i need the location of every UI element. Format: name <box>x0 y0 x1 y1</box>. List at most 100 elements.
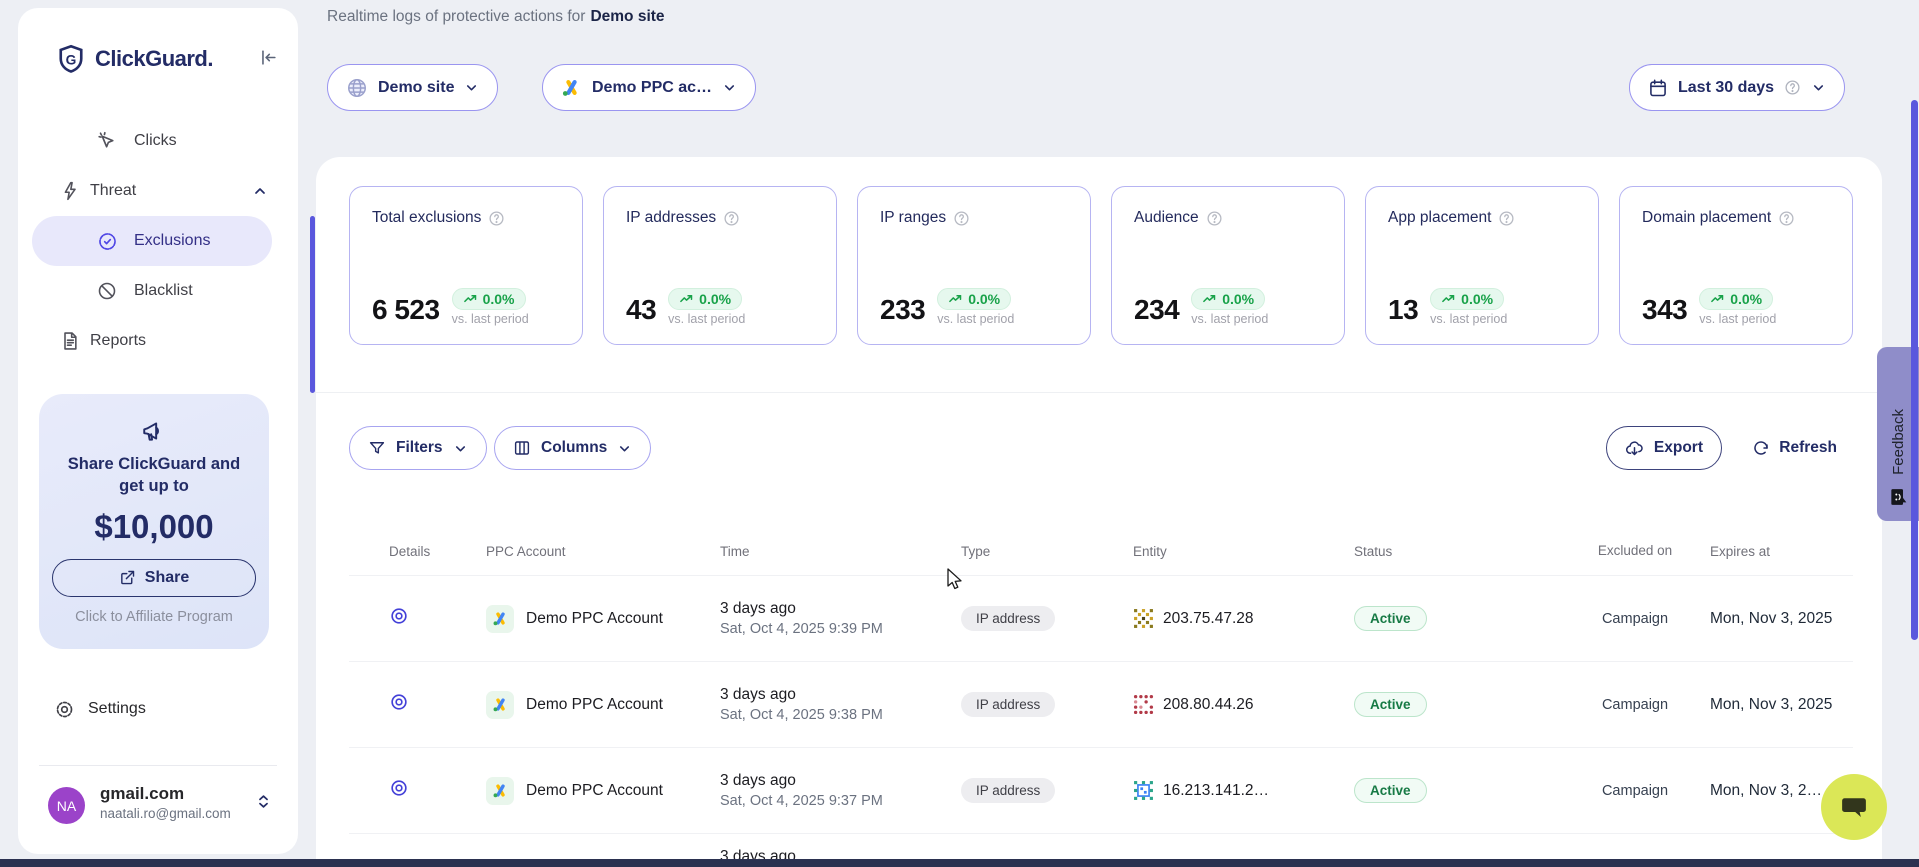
table-header-row: Details PPC Account Time Type Entity Sta… <box>349 527 1853 576</box>
ppc-account-selector[interactable]: Demo PPC ac… <box>542 64 756 111</box>
stat-note: vs. last period <box>1699 312 1776 326</box>
stat-value: 6 523 <box>372 296 440 326</box>
entity-value: 203.75.47.28 <box>1163 610 1254 628</box>
account-name: Demo PPC Account <box>526 610 663 628</box>
settings-label: Settings <box>88 700 146 718</box>
gear-icon <box>54 699 75 720</box>
sidebar-item-blacklist[interactable]: Blacklist <box>18 266 298 316</box>
date-range-selector[interactable]: Last 30 days <box>1629 64 1845 111</box>
view-details-button[interactable] <box>389 692 409 712</box>
column-header-details: Details <box>349 544 486 559</box>
promo-amount: $10,000 <box>94 508 213 546</box>
svg-text:G: G <box>66 52 77 67</box>
stat-card-app-placement: App placement 13 0.0% vs. last period <box>1365 186 1599 345</box>
document-icon <box>60 331 80 351</box>
excluded-on-value: Campaign <box>1560 783 1710 799</box>
stats-row: Total exclusions 6 523 0.0% vs. last per… <box>349 186 1853 345</box>
columns-icon <box>513 439 531 457</box>
export-button[interactable]: Export <box>1606 426 1722 470</box>
chevron-down-icon <box>1811 80 1826 95</box>
time-relative: 3 days ago <box>720 600 961 618</box>
view-details-icon <box>389 692 409 712</box>
column-header-time: Time <box>720 544 961 559</box>
sidebar-nav: Clicks Threat Exclusions Blacklist <box>18 116 298 366</box>
trend-up-icon <box>1202 292 1217 307</box>
filters-button[interactable]: Filters <box>349 426 487 470</box>
site-selector[interactable]: Demo site <box>327 64 498 111</box>
stat-note: vs. last period <box>1191 312 1268 326</box>
help-circle-icon[interactable] <box>953 210 970 227</box>
user-account-menu[interactable]: NA gmail.com naatali.ro@gmail.com <box>18 783 298 843</box>
view-details-icon <box>389 606 409 626</box>
stat-value: 343 <box>1642 296 1687 326</box>
entity-identicon <box>1133 780 1154 801</box>
sidebar-item-clicks[interactable]: Clicks <box>18 116 298 166</box>
help-circle-icon[interactable] <box>1778 210 1795 227</box>
column-header-status: Status <box>1354 544 1560 559</box>
chevron-up-icon[interactable] <box>252 183 268 199</box>
stat-label: IP ranges <box>880 209 946 227</box>
columns-button[interactable]: Columns <box>494 426 651 470</box>
stat-label: Audience <box>1134 209 1199 227</box>
bottom-edge-bar <box>0 859 1919 867</box>
lightning-icon <box>60 181 80 201</box>
page-scrollbar-thumb[interactable] <box>1911 100 1918 640</box>
entity-value: 208.80.44.26 <box>1163 696 1254 714</box>
exclusions-table: Details PPC Account Time Type Entity Sta… <box>349 527 1853 867</box>
chat-launcher-button[interactable] <box>1821 774 1887 840</box>
sidebar-scrollbar-thumb[interactable] <box>310 216 315 393</box>
help-circle-icon[interactable] <box>723 210 740 227</box>
refresh-label: Refresh <box>1779 439 1837 457</box>
column-header-type: Type <box>961 544 1133 559</box>
feedback-smiley-icon <box>1888 487 1908 507</box>
stat-card-total-exclusions: Total exclusions 6 523 0.0% vs. last per… <box>349 186 583 345</box>
cloud-download-icon <box>1625 439 1644 458</box>
stat-value: 13 <box>1388 296 1418 326</box>
help-circle-icon[interactable] <box>488 210 505 227</box>
view-details-button[interactable] <box>389 778 409 798</box>
brand-name: ClickGuard. <box>95 46 213 72</box>
stat-card-domain-placement: Domain placement 343 0.0% vs. last perio… <box>1619 186 1853 345</box>
delta-badge: 0.0% <box>937 288 1011 310</box>
collapse-sidebar-icon[interactable] <box>259 48 278 67</box>
stat-note: vs. last period <box>937 312 1014 326</box>
date-range-value: Last 30 days <box>1678 79 1774 97</box>
google-ads-icon <box>561 77 582 98</box>
filters-label: Filters <box>396 439 443 457</box>
delta-badge: 0.0% <box>1699 288 1773 310</box>
delta-badge: 0.0% <box>668 288 742 310</box>
chevron-down-icon <box>464 80 479 95</box>
clickguard-shield-icon: G <box>56 44 86 74</box>
circle-slash-icon <box>97 281 117 301</box>
table-row: Demo PPC Account 3 days agoSat, Oct 4, 2… <box>349 748 1853 834</box>
sidebar-item-exclusions[interactable]: Exclusions <box>32 216 272 266</box>
sidebar-item-settings[interactable]: Settings <box>18 684 298 734</box>
section-divider <box>316 392 1882 393</box>
share-button[interactable]: Share <box>52 559 256 597</box>
help-circle-icon[interactable] <box>1498 210 1515 227</box>
refresh-button[interactable]: Refresh <box>1752 426 1837 470</box>
stat-card-ip-ranges: IP ranges 233 0.0% vs. last period <box>857 186 1091 345</box>
export-label: Export <box>1654 439 1703 457</box>
affiliate-link[interactable]: Click to Affiliate Program <box>75 609 233 625</box>
avatar: NA <box>48 787 85 824</box>
globe-icon <box>346 77 368 99</box>
refresh-icon <box>1752 439 1770 457</box>
view-details-button[interactable] <box>389 606 409 626</box>
subtitle-site-name: Demo site <box>590 8 664 25</box>
time-relative: 3 days ago <box>720 686 961 704</box>
promo-headline: Share ClickGuard and get up to <box>59 454 249 498</box>
stat-note: vs. last period <box>452 312 529 326</box>
time-exact: Sat, Oct 4, 2025 9:38 PM <box>720 707 961 723</box>
funnel-icon <box>368 439 386 457</box>
sidebar-item-threat[interactable]: Threat <box>18 166 298 216</box>
stat-value: 233 <box>880 296 925 326</box>
stat-card-audience: Audience 234 0.0% vs. last period <box>1111 186 1345 345</box>
stat-note: vs. last period <box>668 312 745 326</box>
expires-at-value: Mon, Nov 3, 2025 <box>1710 610 1853 628</box>
sidebar-item-reports[interactable]: Reports <box>18 316 298 366</box>
help-circle-icon[interactable] <box>1206 210 1223 227</box>
delta-badge: 0.0% <box>452 288 526 310</box>
stat-value: 234 <box>1134 296 1179 326</box>
entity-identicon <box>1133 694 1154 715</box>
